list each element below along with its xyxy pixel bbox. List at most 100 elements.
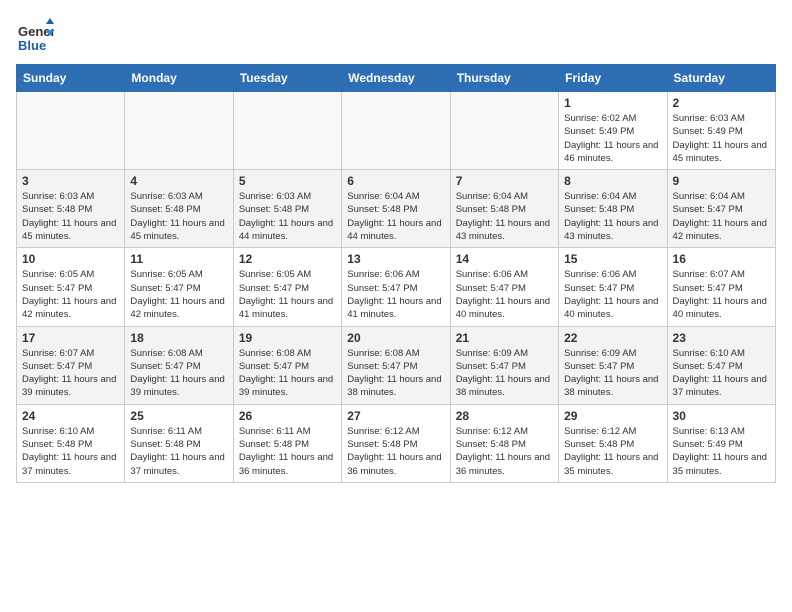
weekday-header-tuesday: Tuesday — [233, 65, 341, 92]
day-number: 6 — [347, 174, 444, 188]
calendar-cell: 10Sunrise: 6:05 AM Sunset: 5:47 PM Dayli… — [17, 248, 125, 326]
day-info: Sunrise: 6:10 AM Sunset: 5:47 PM Dayligh… — [673, 347, 770, 400]
day-info: Sunrise: 6:12 AM Sunset: 5:48 PM Dayligh… — [456, 425, 553, 478]
logo: General Blue — [16, 16, 58, 54]
calendar-cell — [450, 92, 558, 170]
calendar-cell: 9 Sunrise: 6:04 AM Sunset: 5:47 PM Daylig… — [667, 170, 775, 248]
calendar-cell: 8Sunrise: 6:04 AM Sunset: 5:48 PM Daylig… — [559, 170, 667, 248]
day-number: 24 — [22, 409, 119, 423]
day-number: 29 — [564, 409, 661, 423]
weekday-header-saturday: Saturday — [667, 65, 775, 92]
day-info: Sunrise: 6:05 AM Sunset: 5:47 PM Dayligh… — [239, 268, 336, 321]
day-number: 11 — [130, 252, 227, 266]
day-number: 9 — [673, 174, 770, 188]
day-info: Sunrise: 6:04 AM Sunset: 5:47 PM Dayligh… — [673, 190, 770, 243]
day-info: Sunrise: 6:11 AM Sunset: 5:48 PM Dayligh… — [239, 425, 336, 478]
day-number: 25 — [130, 409, 227, 423]
calendar-cell: 21Sunrise: 6:09 AM Sunset: 5:47 PM Dayli… — [450, 326, 558, 404]
calendar-cell: 14Sunrise: 6:06 AM Sunset: 5:47 PM Dayli… — [450, 248, 558, 326]
day-number: 1 — [564, 96, 661, 110]
calendar-cell: 29 Sunrise: 6:12 AM Sunset: 5:48 PM Dayli… — [559, 404, 667, 482]
day-info: Sunrise: 6:02 AM Sunset: 5:49 PM Dayligh… — [564, 112, 661, 165]
weekday-header-monday: Monday — [125, 65, 233, 92]
calendar-cell: 19 Sunrise: 6:08 AM Sunset: 5:47 PM Dayli… — [233, 326, 341, 404]
calendar-cell — [125, 92, 233, 170]
day-number: 13 — [347, 252, 444, 266]
calendar-header-row: SundayMondayTuesdayWednesdayThursdayFrid… — [17, 65, 776, 92]
calendar-cell: 5Sunrise: 6:03 AM Sunset: 5:48 PM Daylig… — [233, 170, 341, 248]
calendar-cell: 3 Sunrise: 6:03 AM Sunset: 5:48 PM Daylig… — [17, 170, 125, 248]
day-info: Sunrise: 6:09 AM Sunset: 5:47 PM Dayligh… — [564, 347, 661, 400]
calendar-cell — [233, 92, 341, 170]
calendar-cell: 20 Sunrise: 6:08 AM Sunset: 5:47 PM Dayli… — [342, 326, 450, 404]
calendar-cell: 1 Sunrise: 6:02 AM Sunset: 5:49 PM Daylig… — [559, 92, 667, 170]
calendar-week-2: 3 Sunrise: 6:03 AM Sunset: 5:48 PM Daylig… — [17, 170, 776, 248]
calendar-cell — [342, 92, 450, 170]
day-info: Sunrise: 6:13 AM Sunset: 5:49 PM Dayligh… — [673, 425, 770, 478]
day-info: Sunrise: 6:05 AM Sunset: 5:47 PM Dayligh… — [130, 268, 227, 321]
day-number: 8 — [564, 174, 661, 188]
svg-text:Blue: Blue — [18, 38, 46, 53]
day-info: Sunrise: 6:07 AM Sunset: 5:47 PM Dayligh… — [22, 347, 119, 400]
day-number: 19 — [239, 331, 336, 345]
day-info: Sunrise: 6:12 AM Sunset: 5:48 PM Dayligh… — [564, 425, 661, 478]
day-number: 7 — [456, 174, 553, 188]
calendar-week-1: 1 Sunrise: 6:02 AM Sunset: 5:49 PM Daylig… — [17, 92, 776, 170]
day-number: 20 — [347, 331, 444, 345]
logo-icon: General Blue — [16, 16, 54, 54]
calendar-cell: 30 Sunrise: 6:13 AM Sunset: 5:49 PM Dayli… — [667, 404, 775, 482]
day-info: Sunrise: 6:04 AM Sunset: 5:48 PM Dayligh… — [347, 190, 444, 243]
calendar-cell: 22 Sunrise: 6:09 AM Sunset: 5:47 PM Dayli… — [559, 326, 667, 404]
calendar-cell: 28 Sunrise: 6:12 AM Sunset: 5:48 PM Dayli… — [450, 404, 558, 482]
day-info: Sunrise: 6:03 AM Sunset: 5:48 PM Dayligh… — [130, 190, 227, 243]
day-info: Sunrise: 6:08 AM Sunset: 5:47 PM Dayligh… — [239, 347, 336, 400]
calendar-body: 1 Sunrise: 6:02 AM Sunset: 5:49 PM Daylig… — [17, 92, 776, 483]
calendar-cell: 15 Sunrise: 6:06 AM Sunset: 5:47 PM Dayli… — [559, 248, 667, 326]
day-number: 15 — [564, 252, 661, 266]
day-number: 16 — [673, 252, 770, 266]
calendar-cell: 16 Sunrise: 6:07 AM Sunset: 5:47 PM Dayli… — [667, 248, 775, 326]
calendar-cell: 25 Sunrise: 6:11 AM Sunset: 5:48 PM Dayli… — [125, 404, 233, 482]
day-info: Sunrise: 6:04 AM Sunset: 5:48 PM Dayligh… — [456, 190, 553, 243]
calendar-cell: 11 Sunrise: 6:05 AM Sunset: 5:47 PM Dayli… — [125, 248, 233, 326]
day-number: 2 — [673, 96, 770, 110]
calendar-week-3: 10 Sunrise: 6:05 AM Sunset: 5:47 PM Dayli… — [17, 248, 776, 326]
day-number: 22 — [564, 331, 661, 345]
day-info: Sunrise: 6:03 AM Sunset: 5:48 PM Dayligh… — [22, 190, 119, 243]
calendar-cell: 26 Sunrise: 6:11 AM Sunset: 5:48 PM Dayli… — [233, 404, 341, 482]
day-number: 17 — [22, 331, 119, 345]
calendar-table: SundayMondayTuesdayWednesdayThursdayFrid… — [16, 64, 776, 483]
calendar-cell — [17, 92, 125, 170]
calendar-cell: 18Sunrise: 6:08 AM Sunset: 5:47 PM Dayli… — [125, 326, 233, 404]
calendar-cell: 6 Sunrise: 6:04 AM Sunset: 5:48 PM Daylig… — [342, 170, 450, 248]
weekday-header-friday: Friday — [559, 65, 667, 92]
calendar-cell: 27Sunrise: 6:12 AM Sunset: 5:48 PM Dayli… — [342, 404, 450, 482]
calendar-week-5: 24Sunrise: 6:10 AM Sunset: 5:48 PM Dayli… — [17, 404, 776, 482]
day-number: 4 — [130, 174, 227, 188]
day-number: 12 — [239, 252, 336, 266]
day-number: 26 — [239, 409, 336, 423]
day-info: Sunrise: 6:11 AM Sunset: 5:48 PM Dayligh… — [130, 425, 227, 478]
day-number: 28 — [456, 409, 553, 423]
day-info: Sunrise: 6:12 AM Sunset: 5:48 PM Dayligh… — [347, 425, 444, 478]
calendar-cell: 23 Sunrise: 6:10 AM Sunset: 5:47 PM Dayli… — [667, 326, 775, 404]
calendar-cell: 17 Sunrise: 6:07 AM Sunset: 5:47 PM Dayli… — [17, 326, 125, 404]
day-number: 30 — [673, 409, 770, 423]
day-number: 18 — [130, 331, 227, 345]
day-info: Sunrise: 6:08 AM Sunset: 5:47 PM Dayligh… — [347, 347, 444, 400]
day-number: 3 — [22, 174, 119, 188]
day-info: Sunrise: 6:06 AM Sunset: 5:47 PM Dayligh… — [456, 268, 553, 321]
day-info: Sunrise: 6:06 AM Sunset: 5:47 PM Dayligh… — [564, 268, 661, 321]
day-number: 5 — [239, 174, 336, 188]
day-number: 23 — [673, 331, 770, 345]
calendar-week-4: 17 Sunrise: 6:07 AM Sunset: 5:47 PM Dayli… — [17, 326, 776, 404]
day-number: 10 — [22, 252, 119, 266]
day-info: Sunrise: 6:03 AM Sunset: 5:49 PM Dayligh… — [673, 112, 770, 165]
calendar-cell: 7 Sunrise: 6:04 AM Sunset: 5:48 PM Daylig… — [450, 170, 558, 248]
weekday-header-wednesday: Wednesday — [342, 65, 450, 92]
page-header: General Blue — [16, 16, 776, 54]
calendar-cell: 2 Sunrise: 6:03 AM Sunset: 5:49 PM Daylig… — [667, 92, 775, 170]
day-info: Sunrise: 6:07 AM Sunset: 5:47 PM Dayligh… — [673, 268, 770, 321]
calendar-cell: 24Sunrise: 6:10 AM Sunset: 5:48 PM Dayli… — [17, 404, 125, 482]
calendar-cell: 4 Sunrise: 6:03 AM Sunset: 5:48 PM Daylig… — [125, 170, 233, 248]
